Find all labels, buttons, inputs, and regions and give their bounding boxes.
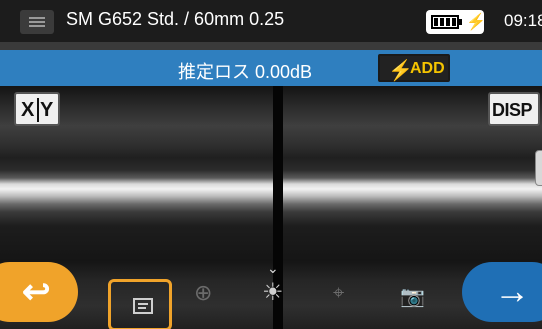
side-panel-tab[interactable] — [535, 150, 542, 186]
message-icon — [133, 298, 153, 314]
xy-y-label: Y — [40, 99, 54, 121]
message-button[interactable] — [108, 279, 172, 329]
camera-icon[interactable]: 📷 — [400, 284, 425, 309]
top-bar: SM G652 Std. / 60mm 0.25 ⚡ 09:18 — [0, 0, 542, 42]
charging-icon: ⚡ — [466, 14, 486, 31]
add-button[interactable]: ⚡ ADD — [378, 54, 450, 82]
splice-mode-title[interactable]: SM G652 Std. / 60mm 0.25 — [66, 9, 284, 30]
xy-x-label: X — [21, 99, 35, 121]
disp-button[interactable]: DISP — [488, 92, 540, 126]
focus-icon[interactable]: ⌖ — [333, 282, 344, 305]
battery-indicator: ⚡ — [426, 10, 486, 34]
next-arrow-icon: → — [494, 270, 530, 311]
back-button[interactable]: ↩ — [0, 262, 78, 322]
battery-icon — [431, 15, 459, 29]
back-arrow-icon: ↩ — [22, 273, 51, 311]
disp-label: DISP — [492, 100, 533, 120]
chevron-down-icon: ⌄ — [267, 260, 279, 276]
status-bar: 推定ロス 0.00dB ⚡ ADD — [0, 50, 542, 86]
estimated-loss: 推定ロス 0.00dB — [178, 62, 313, 82]
next-button[interactable]: → — [462, 262, 542, 322]
add-label: ADD — [410, 60, 445, 77]
splicer-screen: SM G652 Std. / 60mm 0.25 ⚡ 09:18 推定ロス 0.… — [0, 0, 542, 329]
clock: 09:18 — [504, 11, 542, 30]
brightness-icon[interactable]: ☀ — [262, 278, 284, 307]
menu-button[interactable] — [20, 10, 54, 34]
xy-view-button[interactable]: X Y — [14, 92, 60, 126]
menu-icon — [29, 17, 45, 19]
zoom-icon[interactable]: ⊕ — [194, 280, 212, 306]
